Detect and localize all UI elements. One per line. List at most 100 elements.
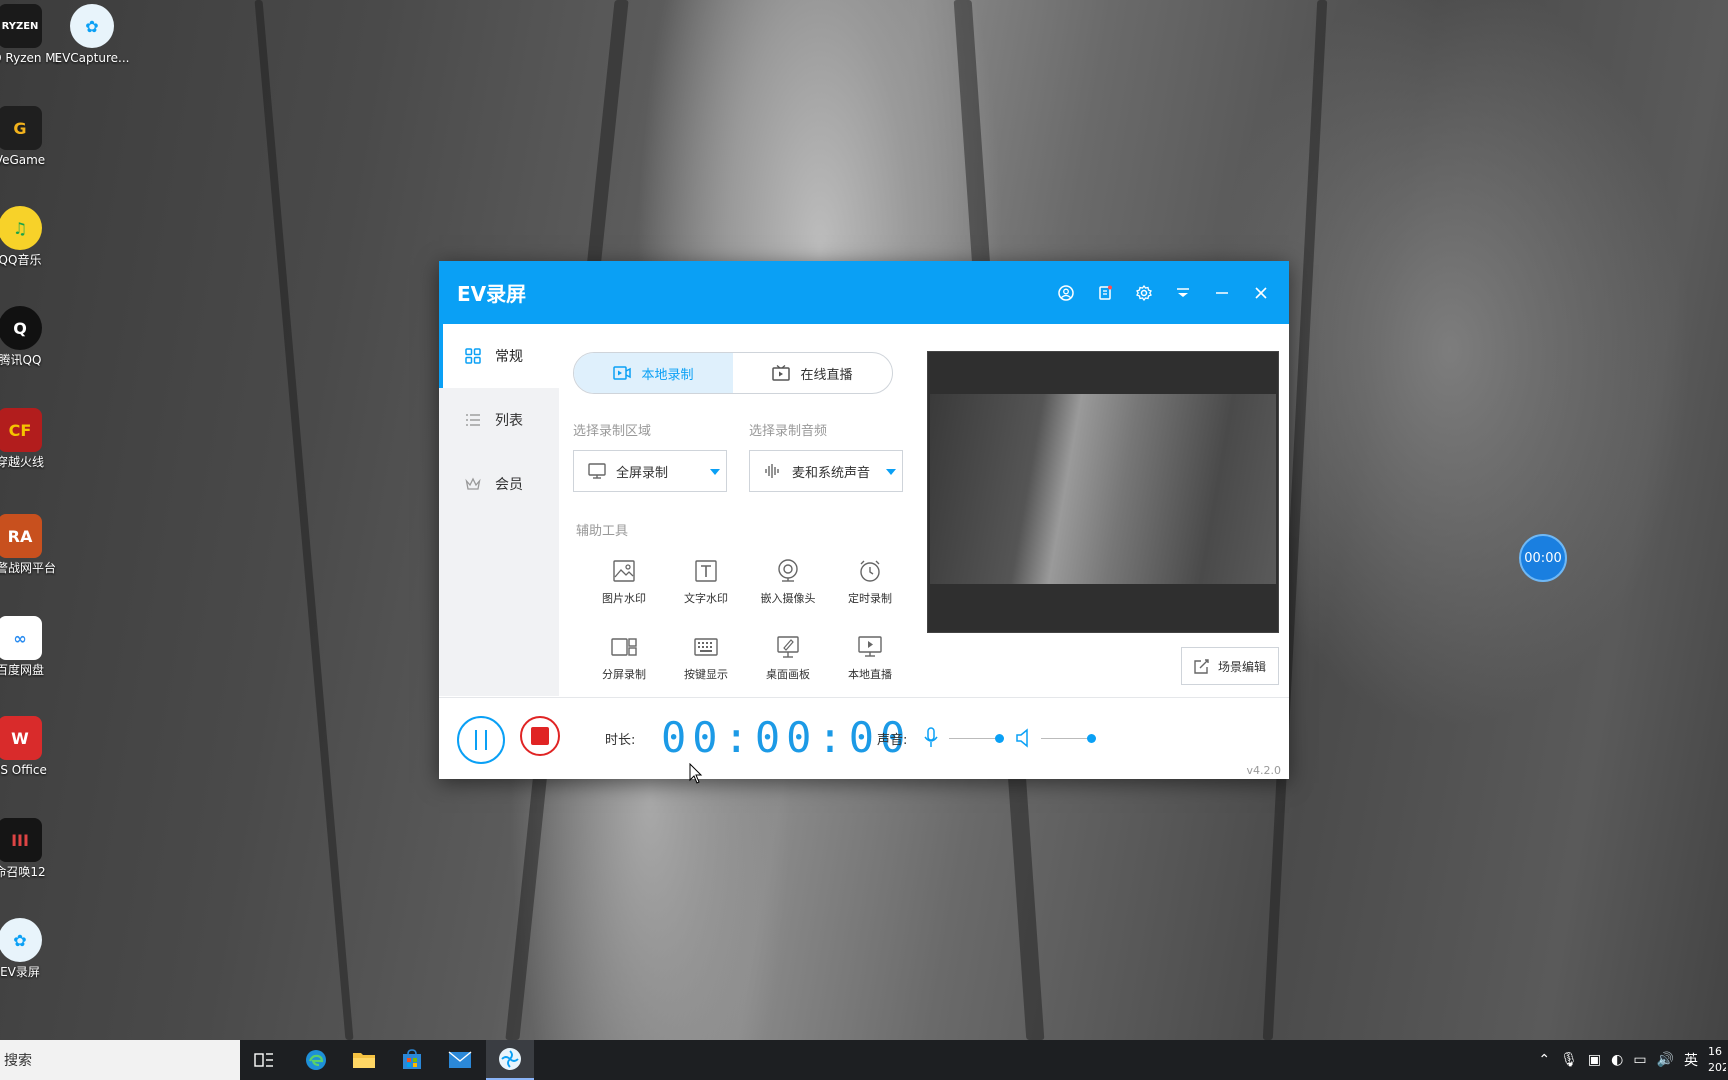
tool-webcam[interactable]: 嵌入摄像头: [753, 556, 823, 606]
sidebar-item-general[interactable]: 常规: [439, 324, 559, 388]
keyboard-icon: [694, 638, 718, 656]
text-icon: [695, 560, 717, 582]
evcapture-icon: ✿: [70, 4, 114, 48]
ev-recorder-window: EV录屏 常规 列表 会员 本地录制 在线直播 选择录制区域 选择录制音频 全屏…: [439, 261, 1289, 779]
taskbar-mail[interactable]: [436, 1040, 484, 1080]
speaker-volume-slider[interactable]: [1041, 738, 1091, 739]
desktop-icon-qqmusic[interactable]: ♫ QQ音乐: [0, 206, 58, 268]
drawing-board-icon: [777, 636, 799, 658]
audio-select[interactable]: 麦和系统声音: [749, 450, 903, 492]
speaker-icon[interactable]: [1015, 728, 1031, 748]
baidu-netdisk-icon: ∞: [0, 616, 42, 660]
desktop-icon-qq[interactable]: Q 腾讯QQ: [0, 306, 58, 368]
taskbar-edge[interactable]: [292, 1040, 340, 1080]
taskbar-store[interactable]: [388, 1040, 436, 1080]
qq-tray-icon[interactable]: ◐: [1611, 1052, 1623, 1068]
desktop-icon-redalert[interactable]: RA 红警战网平台: [0, 514, 58, 576]
mic-volume-slider[interactable]: [949, 738, 999, 739]
microphone-icon[interactable]: [923, 727, 939, 749]
titlebar: EV录屏: [439, 261, 1289, 324]
ime-indicator[interactable]: 英: [1684, 1050, 1698, 1070]
desktop-icon-ryzen[interactable]: RYZEN MD Ryzen Master: [0, 4, 58, 66]
speaker-volume-knob[interactable]: [1087, 734, 1096, 743]
sound-label: 声音:: [877, 733, 908, 748]
region-select[interactable]: 全屏录制: [573, 450, 727, 492]
tab-live-stream[interactable]: 在线直播: [733, 353, 892, 393]
mode-tabs: 本地录制 在线直播: [573, 352, 893, 394]
tool-text-watermark[interactable]: 文字水印: [671, 556, 741, 606]
minimize-icon: [1215, 291, 1228, 294]
tool-local-live[interactable]: 本地直播: [835, 632, 905, 682]
tool-label: 图片水印: [602, 592, 646, 605]
clock[interactable]: 16 202: [1708, 1044, 1726, 1076]
stop-button[interactable]: [520, 716, 560, 756]
task-view-icon: [254, 1053, 273, 1067]
duration-label: 时长:: [605, 733, 636, 748]
sidebar-item-label: 常规: [495, 349, 523, 365]
floating-timer-widget[interactable]: 00:00: [1519, 534, 1567, 582]
mouse-cursor-icon: [689, 763, 703, 784]
minimize-button[interactable]: [1211, 282, 1232, 303]
network-icon[interactable]: ▭: [1633, 1052, 1646, 1068]
mail-icon: [448, 1051, 472, 1068]
account-button[interactable]: [1055, 282, 1076, 303]
edge-icon: [306, 1050, 326, 1070]
tool-key-display[interactable]: 按键显示: [671, 632, 741, 682]
desktop-icon-cod[interactable]: III 命召唤12: [0, 818, 58, 880]
chevron-down-icon: [886, 469, 896, 475]
tab-local-record[interactable]: 本地录制: [574, 353, 733, 393]
taskbar-search[interactable]: 搜索: [0, 1040, 240, 1080]
taskbar-task-view[interactable]: [240, 1040, 288, 1080]
crossfire-icon: CF: [0, 408, 42, 452]
monitor-icon: [588, 463, 606, 479]
record-video-icon: [613, 366, 632, 380]
search-placeholder: 搜索: [4, 1053, 32, 1069]
desktop-icon-wegame[interactable]: G VeGame: [0, 106, 58, 168]
wegame-icon: G: [0, 106, 42, 150]
microphone-tray-icon[interactable]: 🎙: [1560, 1052, 1578, 1068]
wps-office-icon: W: [0, 716, 42, 760]
desktop-icon-evcapture[interactable]: ✿ EVCapture...: [54, 4, 130, 66]
tools-section-label: 辅助工具: [576, 524, 629, 539]
chevron-up-icon[interactable]: ⌃: [1538, 1052, 1550, 1068]
region-section-label: 选择录制区域: [573, 424, 652, 439]
qq-penguin-icon: Q: [0, 306, 42, 350]
volume-icon[interactable]: 🔊: [1657, 1052, 1674, 1068]
desktop-icon-baidu[interactable]: ∞ 百度网盘: [0, 616, 58, 678]
audio-wave-icon: [765, 464, 779, 478]
desktop-icon-ev[interactable]: ✿ EV录屏: [0, 918, 58, 980]
ev-recorder-taskbar-icon: [499, 1048, 521, 1070]
taskbar-file-explorer[interactable]: [340, 1040, 388, 1080]
desktop-icon-wps[interactable]: W PS Office: [0, 716, 58, 778]
settings-button[interactable]: [1133, 282, 1154, 303]
tool-scheduled-record[interactable]: 定时录制: [835, 556, 905, 606]
tool-drawing-board[interactable]: 桌面画板: [753, 632, 823, 682]
audio-section-label: 选择录制音频: [749, 424, 828, 439]
tool-label: 本地直播: [848, 668, 892, 681]
tool-image-watermark[interactable]: 图片水印: [589, 556, 659, 606]
wallpaper-texture: [254, 0, 354, 1040]
taskbar-ev-recorder[interactable]: [486, 1040, 534, 1080]
tool-label: 桌面画板: [766, 668, 810, 681]
audio-select-value: 麦和系统声音: [792, 465, 871, 481]
notifications-button[interactable]: [1094, 282, 1115, 303]
mic-volume-knob[interactable]: [995, 734, 1004, 743]
webcam-icon: [778, 559, 798, 582]
ev-recorder-icon: ✿: [0, 918, 42, 962]
desktop-icon-crossfire[interactable]: CF 穿越火线: [0, 408, 58, 470]
collapse-button[interactable]: [1172, 282, 1193, 303]
chevron-down-icon: [710, 469, 720, 475]
tool-label: 嵌入摄像头: [760, 592, 816, 605]
alarm-clock-icon: [860, 560, 880, 582]
sidebar-item-list[interactable]: 列表: [439, 388, 559, 452]
sidebar-item-label: 会员: [495, 477, 523, 493]
pause-button[interactable]: [457, 716, 505, 764]
scene-edit-button[interactable]: 场景编辑: [1181, 647, 1279, 685]
list-icon: [466, 414, 480, 426]
close-button[interactable]: [1250, 282, 1271, 303]
control-bar: 时长: 00:00:00 声音: v4.2.0: [439, 697, 1289, 779]
sidebar-item-member[interactable]: 会员: [439, 452, 559, 516]
app-title: EV录屏: [457, 282, 527, 306]
screen-capture-tray-icon[interactable]: ▣: [1588, 1052, 1601, 1068]
tool-split-screen[interactable]: 分屏录制: [589, 632, 659, 682]
